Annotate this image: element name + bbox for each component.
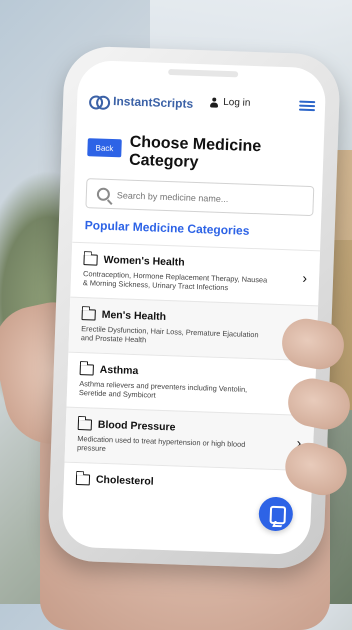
back-button[interactable]: Back xyxy=(87,138,122,158)
category-list: Women's Health Contraception, Hormone Re… xyxy=(63,241,321,504)
category-title: Blood Pressure xyxy=(97,418,176,434)
chevron-right-icon: › xyxy=(302,269,308,286)
speaker-notch xyxy=(168,68,239,78)
hamburger-menu-icon[interactable] xyxy=(298,99,316,112)
brand-logo[interactable]: InstantScripts xyxy=(89,88,194,116)
category-item-womens-health[interactable]: Women's Health Contraception, Hormone Re… xyxy=(70,241,321,306)
folder-icon xyxy=(77,418,93,431)
category-title: Women's Health xyxy=(103,253,185,269)
chat-button[interactable] xyxy=(258,496,294,532)
folder-icon xyxy=(75,473,91,485)
user-icon xyxy=(209,97,219,107)
category-description: Medication used to treat hypertension or… xyxy=(76,434,246,454)
search-icon xyxy=(96,187,111,201)
login-link[interactable]: Log in xyxy=(209,96,251,109)
folder-icon xyxy=(81,308,96,321)
chat-icon xyxy=(269,505,287,525)
search-box[interactable] xyxy=(85,178,315,217)
top-navbar: InstantScripts Log in xyxy=(89,88,316,124)
page-title: Choose Medicine Category xyxy=(128,133,262,172)
category-title-row: Cholesterol xyxy=(75,473,286,492)
phone-screen: InstantScripts Log in Back Choose Medici… xyxy=(61,59,327,556)
category-description: Contraception, Hormone Replacement Thera… xyxy=(82,269,268,293)
brand-name: InstantScripts xyxy=(112,94,194,111)
category-title: Men's Health xyxy=(101,308,167,324)
instantscripts-logo-icon xyxy=(89,93,107,108)
section-title: Popular Medicine Categories xyxy=(84,218,250,238)
category-title: Cholesterol xyxy=(95,473,154,488)
smartphone: InstantScripts Log in Back Choose Medici… xyxy=(47,45,341,570)
category-item-asthma[interactable]: Asthma Asthma relievers and preventers i… xyxy=(66,351,317,416)
category-item-blood-pressure[interactable]: Blood Pressure Medication used to treat … xyxy=(64,406,315,471)
login-label: Log in xyxy=(222,96,251,109)
category-description: Asthma relievers and preventers includin… xyxy=(78,379,248,400)
category-title: Asthma xyxy=(99,363,139,378)
category-description: Erectile Dysfunction, Hair Loss, Prematu… xyxy=(80,324,259,345)
folder-icon xyxy=(79,363,94,376)
search-input[interactable] xyxy=(114,186,310,211)
folder-icon xyxy=(83,253,98,266)
category-item-mens-health[interactable]: Men's Health Erectile Dysfunction, Hair … xyxy=(68,296,319,361)
